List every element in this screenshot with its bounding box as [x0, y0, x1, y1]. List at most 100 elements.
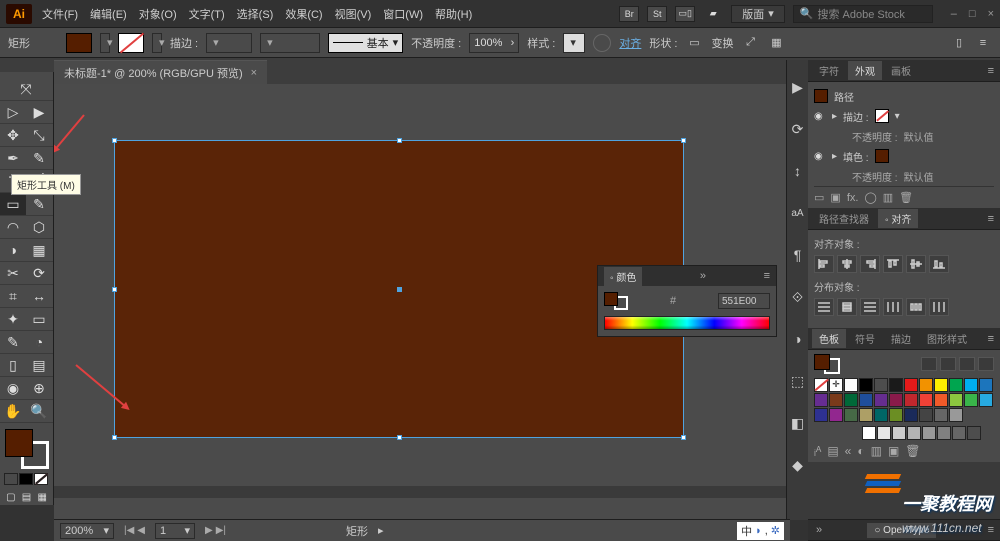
resize-handle-ne[interactable] — [681, 138, 686, 143]
transform-panel-icon[interactable]: ⟐ — [789, 288, 807, 306]
expand-arrow-icon[interactable]: ▸ — [832, 151, 837, 162]
swatch[interactable] — [874, 378, 888, 392]
magic-wand-tool[interactable]: ✥ — [0, 124, 26, 146]
window-maximize[interactable]: □ — [969, 8, 976, 20]
stroke-color-swatch[interactable] — [118, 33, 144, 53]
artboard-prev-button[interactable]: ◀ — [137, 525, 145, 536]
rotate-tool[interactable]: ◑ — [0, 239, 26, 261]
new-fill-icon[interactable]: ▣ — [830, 191, 840, 204]
shape-builder-tool[interactable]: ⌗ — [0, 285, 26, 307]
swatch[interactable] — [919, 408, 933, 422]
swatch[interactable] — [907, 426, 921, 440]
swatch[interactable] — [859, 408, 873, 422]
menu-help[interactable]: 帮助(H) — [435, 6, 472, 22]
swatch[interactable] — [829, 408, 843, 422]
color-mode-button[interactable] — [4, 473, 18, 485]
swatch[interactable] — [859, 378, 873, 392]
shape-properties-icon[interactable]: ▭ — [686, 34, 704, 52]
tab-character[interactable]: 字符 — [812, 61, 846, 80]
artboard-last-button[interactable]: ▶| — [216, 525, 226, 536]
document-tab[interactable]: 未标题-1* @ 200% (RGB/GPU 预览) × — [54, 60, 267, 84]
stroke-profile-dropdown[interactable]: ▾ — [260, 33, 320, 53]
menu-edit[interactable]: 编辑(E) — [90, 6, 127, 22]
stroke-dropdown[interactable]: ▾ — [152, 33, 162, 53]
visibility-toggle-fill[interactable]: ◉ — [814, 151, 826, 162]
align-left-button[interactable] — [814, 255, 834, 273]
delete-swatch-icon[interactable]: 🗑 — [905, 444, 920, 458]
dist-left-button[interactable] — [883, 298, 903, 316]
menu-effect[interactable]: 效果(C) — [285, 6, 322, 22]
artboard-tool[interactable]: ◉ — [0, 377, 26, 399]
tab-appearance[interactable]: 外观 — [848, 61, 882, 80]
resize-handle-nw[interactable] — [112, 138, 117, 143]
swatch[interactable] — [934, 393, 948, 407]
swatch[interactable] — [859, 393, 873, 407]
graphic-style-dropdown[interactable]: ▾ — [563, 33, 585, 53]
tab-brushes[interactable]: 描边 — [884, 329, 918, 348]
swatch-large-view[interactable] — [959, 357, 975, 371]
swatch-options-icon[interactable] — [978, 357, 994, 371]
swatch[interactable] — [934, 378, 948, 392]
new-stroke-icon[interactable]: ▭ — [814, 191, 824, 204]
resize-handle-w[interactable] — [112, 287, 117, 292]
panel-menu-icon[interactable]: ≡ — [764, 270, 770, 282]
asset-export-icon[interactable]: ◆ — [789, 456, 807, 474]
control-options-icon[interactable]: ≡ — [974, 34, 992, 52]
color-fill-stroke[interactable] — [604, 292, 628, 310]
none-mode-button[interactable] — [34, 473, 48, 485]
arrange-docs-button[interactable]: ▭▯ — [675, 6, 695, 22]
swatch[interactable] — [829, 393, 843, 407]
artboard-next-button[interactable]: ▶ — [205, 525, 213, 536]
selection-tool[interactable]: ▷ — [0, 101, 26, 123]
align-hcenter-button[interactable] — [837, 255, 857, 273]
visibility-toggle-stroke[interactable]: ◉ — [814, 111, 826, 122]
hand-tool[interactable]: ✋ — [0, 400, 26, 422]
paintbrush-tool[interactable]: ✎ — [26, 193, 52, 215]
dist-right-button[interactable] — [929, 298, 949, 316]
stroke-row-swatch[interactable] — [875, 109, 889, 123]
window-minimize[interactable]: – — [951, 8, 957, 20]
swatch[interactable] — [979, 378, 993, 392]
swatch-kinds-icon[interactable]: ▤ — [827, 444, 838, 458]
menu-view[interactable]: 视图(V) — [335, 6, 372, 22]
workspace-switcher[interactable]: 版面 ▾ — [731, 5, 785, 23]
paragraph-icon[interactable]: ¶ — [789, 246, 807, 264]
panel-menu-icon[interactable]: ≡ — [982, 333, 1000, 345]
full-screen-menu-button[interactable]: ▤ — [20, 491, 34, 503]
align-vcenter-button[interactable] — [906, 255, 926, 273]
zoom-tool[interactable]: 🔍 — [26, 400, 52, 422]
full-screen-button[interactable]: ▦ — [35, 491, 49, 503]
swatch-small-view[interactable] — [940, 357, 956, 371]
bridge-button[interactable]: Br — [619, 6, 639, 22]
color-spectrum[interactable] — [604, 316, 770, 330]
dist-hcenter-button[interactable] — [906, 298, 926, 316]
horizontal-scrollbar[interactable] — [54, 486, 790, 498]
stroke-opacity-label[interactable]: 不透明度 : — [852, 129, 898, 144]
swatch[interactable] — [934, 408, 948, 422]
brush-definition-dropdown[interactable]: 基本▾ — [328, 33, 403, 53]
control-menu-icon[interactable]: ▯ — [950, 34, 968, 52]
menu-type[interactable]: 文字(T) — [189, 6, 225, 22]
fill-color-swatch[interactable] — [66, 33, 92, 53]
swatch[interactable] — [919, 378, 933, 392]
shaper-tool[interactable]: ◠ — [0, 216, 26, 238]
swatch[interactable] — [919, 393, 933, 407]
fill-opacity-value[interactable]: 默认值 — [904, 169, 934, 184]
menu-window[interactable]: 窗口(W) — [383, 6, 423, 22]
align-bottom-button[interactable] — [929, 255, 949, 273]
swatch[interactable] — [904, 378, 918, 392]
recolor-artwork-button[interactable] — [593, 34, 611, 52]
swatch[interactable] — [904, 408, 918, 422]
swatch[interactable] — [844, 408, 858, 422]
swatch[interactable] — [814, 378, 828, 392]
artboard-first-button[interactable]: |◀ — [124, 525, 134, 536]
gpu-preview-indicator[interactable]: 中 ◗ , ✲ — [737, 522, 784, 540]
transform-link[interactable]: 变换 — [712, 35, 734, 51]
swatch[interactable] — [814, 408, 828, 422]
dist-vcenter-button[interactable] — [837, 298, 857, 316]
swatch-list-view[interactable] — [921, 357, 937, 371]
color-panel-icon[interactable]: ◑ — [789, 330, 807, 348]
swatch[interactable] — [874, 408, 888, 422]
align-right-button[interactable] — [860, 255, 880, 273]
swatch[interactable] — [892, 426, 906, 440]
